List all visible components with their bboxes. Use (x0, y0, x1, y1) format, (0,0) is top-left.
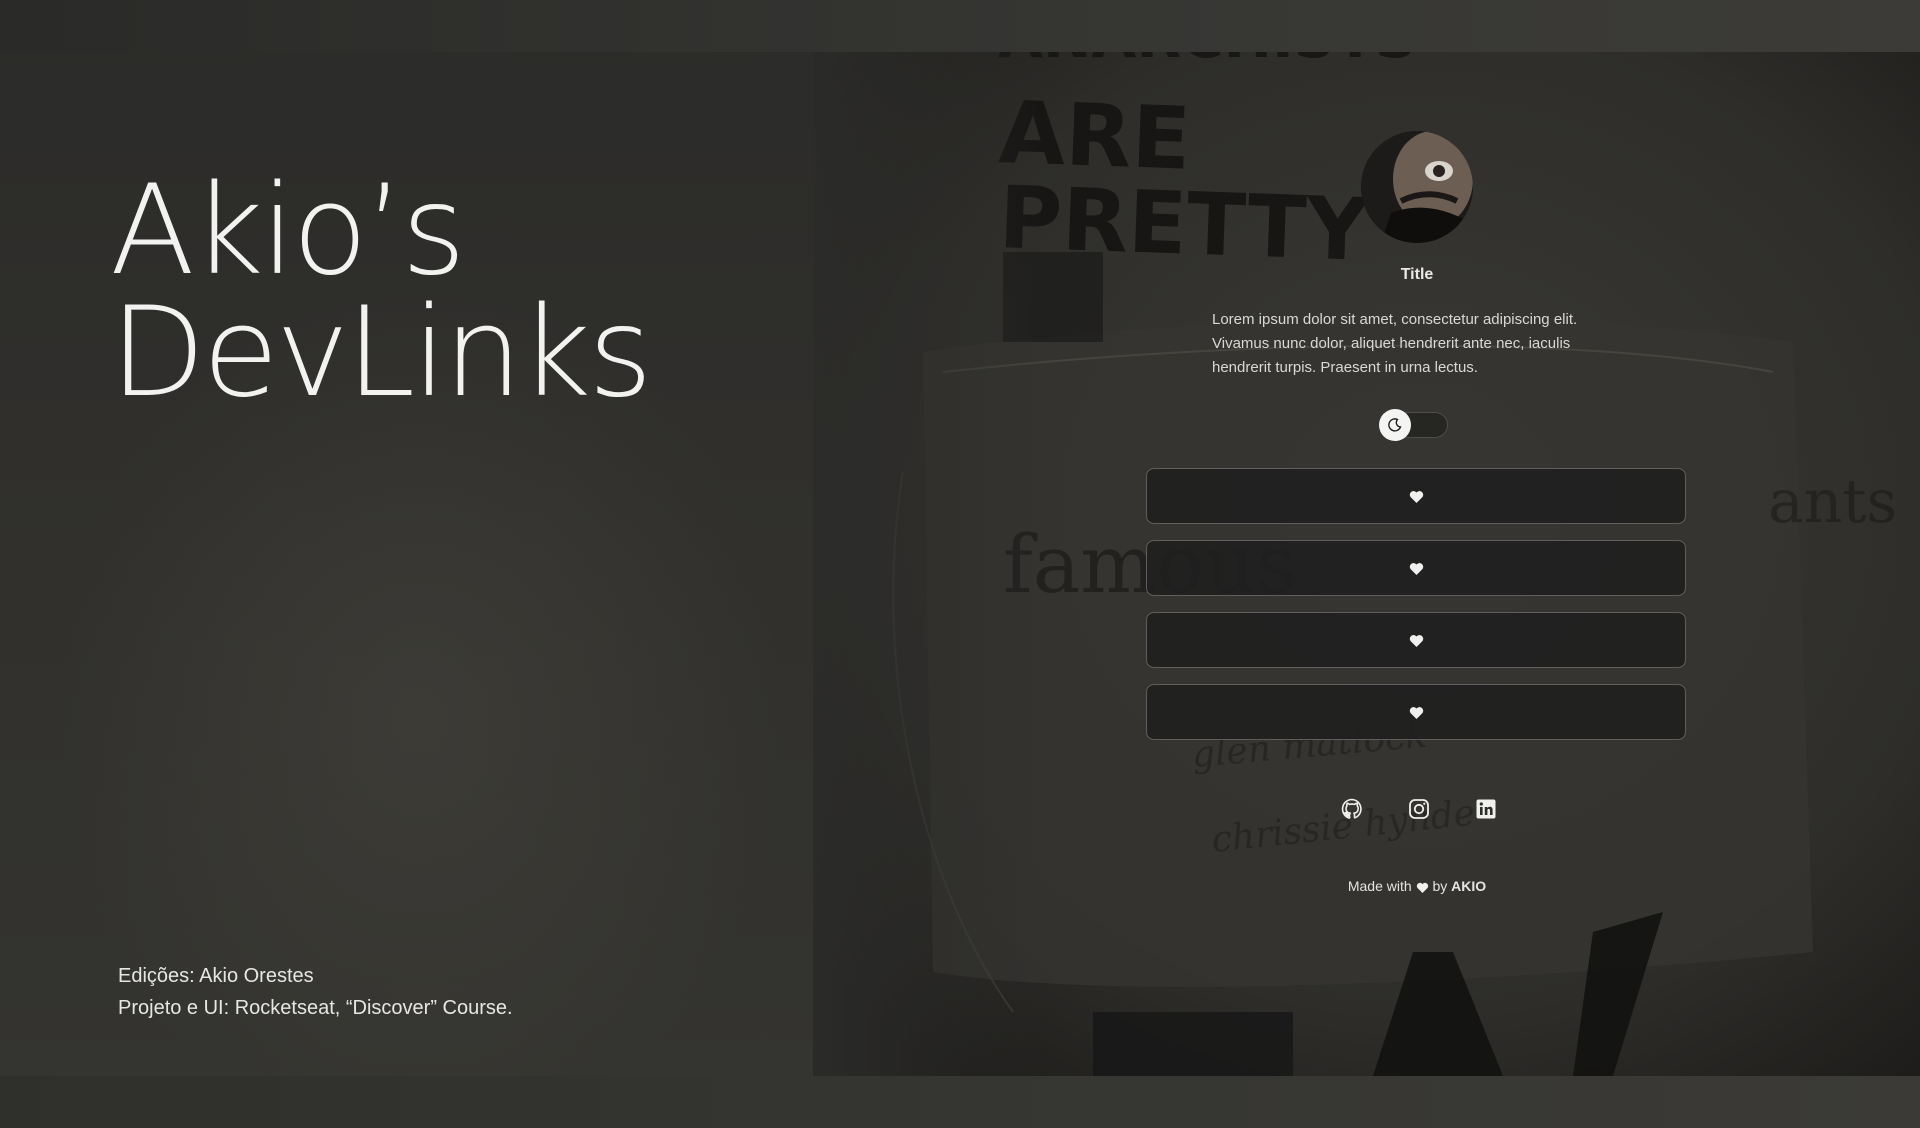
heart-icon (1409, 562, 1423, 575)
instagram-icon (1409, 799, 1429, 819)
credits: Edições: Akio Orestes Projeto e UI: Rock… (118, 960, 513, 1024)
avatar (1361, 131, 1473, 243)
bg-text-top: ANARCHISTS (998, 52, 1417, 71)
link-button-4[interactable] (1146, 684, 1686, 740)
footer-author: AKIO (1451, 878, 1487, 894)
footer-by: by (1432, 878, 1448, 894)
linkedin-link[interactable] (1473, 796, 1499, 822)
hero-title-line2: DevLinks (110, 281, 653, 425)
footer-credit: Made with by AKIO (1217, 878, 1617, 894)
hero-title: Akio’s DevLinks (110, 159, 653, 425)
toggle-knob[interactable] (1379, 409, 1411, 441)
credits-project: Projeto e UI: Rocketseat, “Discover” Cou… (118, 997, 513, 1019)
preview-panel: ANARCHISTS ARE PRETTY famous ants glen m… (813, 52, 1920, 1076)
link-button-2[interactable] (1146, 540, 1686, 596)
profile-title: Title (1400, 266, 1434, 283)
bg-text-ants: ants (1768, 467, 1897, 537)
github-icon (1341, 798, 1362, 819)
hero-title-line1: Akio’s (110, 159, 466, 303)
bottom-strip (0, 1076, 1920, 1128)
link-button-3[interactable] (1146, 612, 1686, 668)
github-link[interactable] (1339, 796, 1365, 822)
heart-icon (1409, 490, 1423, 503)
heart-icon (1416, 882, 1428, 893)
heart-icon (1409, 634, 1423, 647)
avatar-image (1361, 131, 1473, 243)
footer-prefix: Made with (1347, 878, 1412, 894)
page: Akio’s DevLinks Edições: Akio Orestes Pr… (0, 0, 1920, 1128)
link-button-1[interactable] (1146, 468, 1686, 524)
instagram-link[interactable] (1406, 796, 1432, 822)
heart-icon (1409, 706, 1423, 719)
social-links (1339, 794, 1499, 824)
linkedin-icon (1476, 799, 1496, 819)
moon-icon (1388, 418, 1402, 432)
profile-bio: Lorem ipsum dolor sit amet, consectetur … (1212, 311, 1578, 376)
theme-toggle[interactable] (1379, 409, 1448, 441)
credits-editions: Edições: Akio Orestes (118, 965, 314, 987)
top-strip (0, 0, 1920, 52)
